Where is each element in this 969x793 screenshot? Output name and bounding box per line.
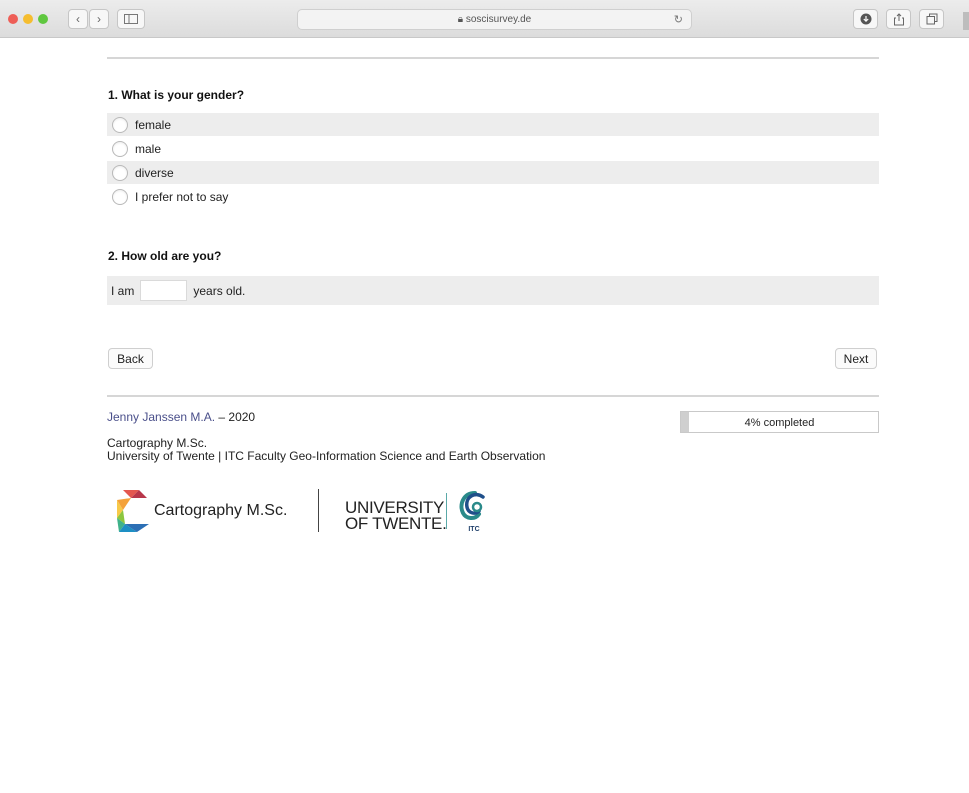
browser-toolbar: ‹ › 🔒︎ soscisurvey.de ↻ bbox=[0, 0, 969, 38]
author-link[interactable]: Jenny Janssen M.A. bbox=[107, 410, 215, 424]
option-label: male bbox=[135, 141, 162, 156]
logo-separator-teal bbox=[446, 493, 447, 529]
question-gender-title: 1. What is your gender? bbox=[108, 88, 245, 102]
minimize-window-button[interactable] bbox=[23, 14, 33, 24]
radio-female[interactable] bbox=[112, 116, 128, 133]
address-bar[interactable]: 🔒︎ soscisurvey.de ↻ bbox=[297, 9, 692, 30]
question-age-title: 2. How old are you? bbox=[108, 249, 222, 263]
bottom-divider bbox=[107, 395, 879, 397]
url-text: soscisurvey.de bbox=[465, 14, 532, 25]
logo-separator bbox=[318, 489, 319, 532]
progress-bar: 4% completed bbox=[680, 411, 879, 433]
age-suffix: years old. bbox=[193, 283, 246, 298]
downloads-button[interactable] bbox=[853, 9, 878, 29]
university-twente-logo: UNIVERSITY OF TWENTE. bbox=[345, 499, 447, 533]
author-year: – 2020 bbox=[215, 410, 256, 424]
affiliation: Cartography M.Sc. University of Twente |… bbox=[107, 437, 545, 463]
option-label: I prefer not to say bbox=[135, 189, 229, 204]
cartography-logo-icon bbox=[117, 490, 149, 532]
radio-diverse[interactable] bbox=[112, 164, 128, 181]
sidebar-toggle-button[interactable] bbox=[117, 9, 145, 29]
age-prefix: I am bbox=[111, 283, 135, 298]
tabs-icon bbox=[926, 13, 937, 25]
option-prefer-not-to-say[interactable]: I prefer not to say bbox=[107, 185, 879, 208]
progress-label: 4% completed bbox=[744, 417, 815, 429]
back-button[interactable]: Back bbox=[108, 348, 153, 369]
cartography-logo-text: Cartography M.Sc. bbox=[154, 502, 288, 519]
maximize-window-button[interactable] bbox=[38, 14, 48, 24]
age-row: I am years old. bbox=[107, 276, 879, 305]
top-divider bbox=[107, 57, 879, 59]
share-icon bbox=[893, 12, 904, 25]
author-credit: Jenny Janssen M.A. – 2020 bbox=[107, 410, 255, 424]
option-male[interactable]: male bbox=[107, 137, 879, 160]
forward-nav-button[interactable]: › bbox=[89, 9, 109, 29]
age-input[interactable] bbox=[140, 280, 188, 301]
radio-male[interactable] bbox=[112, 140, 128, 157]
radio-prefer-not-to-say[interactable] bbox=[112, 188, 128, 205]
close-window-button[interactable] bbox=[8, 14, 18, 24]
lock-icon: 🔒︎ bbox=[457, 14, 464, 25]
tabs-overview-button[interactable] bbox=[919, 9, 944, 29]
ut-line2: OF TWENTE. bbox=[345, 514, 447, 533]
sidebar-icon bbox=[124, 14, 138, 24]
reload-icon[interactable]: ↻ bbox=[674, 13, 683, 26]
option-label: female bbox=[135, 117, 172, 132]
option-label: diverse bbox=[135, 165, 174, 180]
chevron-left-icon: ‹ bbox=[76, 12, 80, 26]
affiliation-university: University of Twente | ITC Faculty Geo-I… bbox=[107, 449, 546, 463]
option-female[interactable]: female bbox=[107, 113, 879, 136]
download-icon bbox=[860, 13, 871, 25]
back-nav-button[interactable]: ‹ bbox=[68, 9, 88, 29]
next-button[interactable]: Next bbox=[835, 348, 877, 369]
window-edge bbox=[963, 12, 969, 30]
option-diverse[interactable]: diverse bbox=[107, 161, 879, 184]
chevron-right-icon: › bbox=[97, 12, 101, 26]
itc-logo-text: ITC bbox=[468, 526, 479, 533]
share-button[interactable] bbox=[886, 9, 911, 29]
itc-logo-icon: ITC bbox=[459, 491, 485, 533]
